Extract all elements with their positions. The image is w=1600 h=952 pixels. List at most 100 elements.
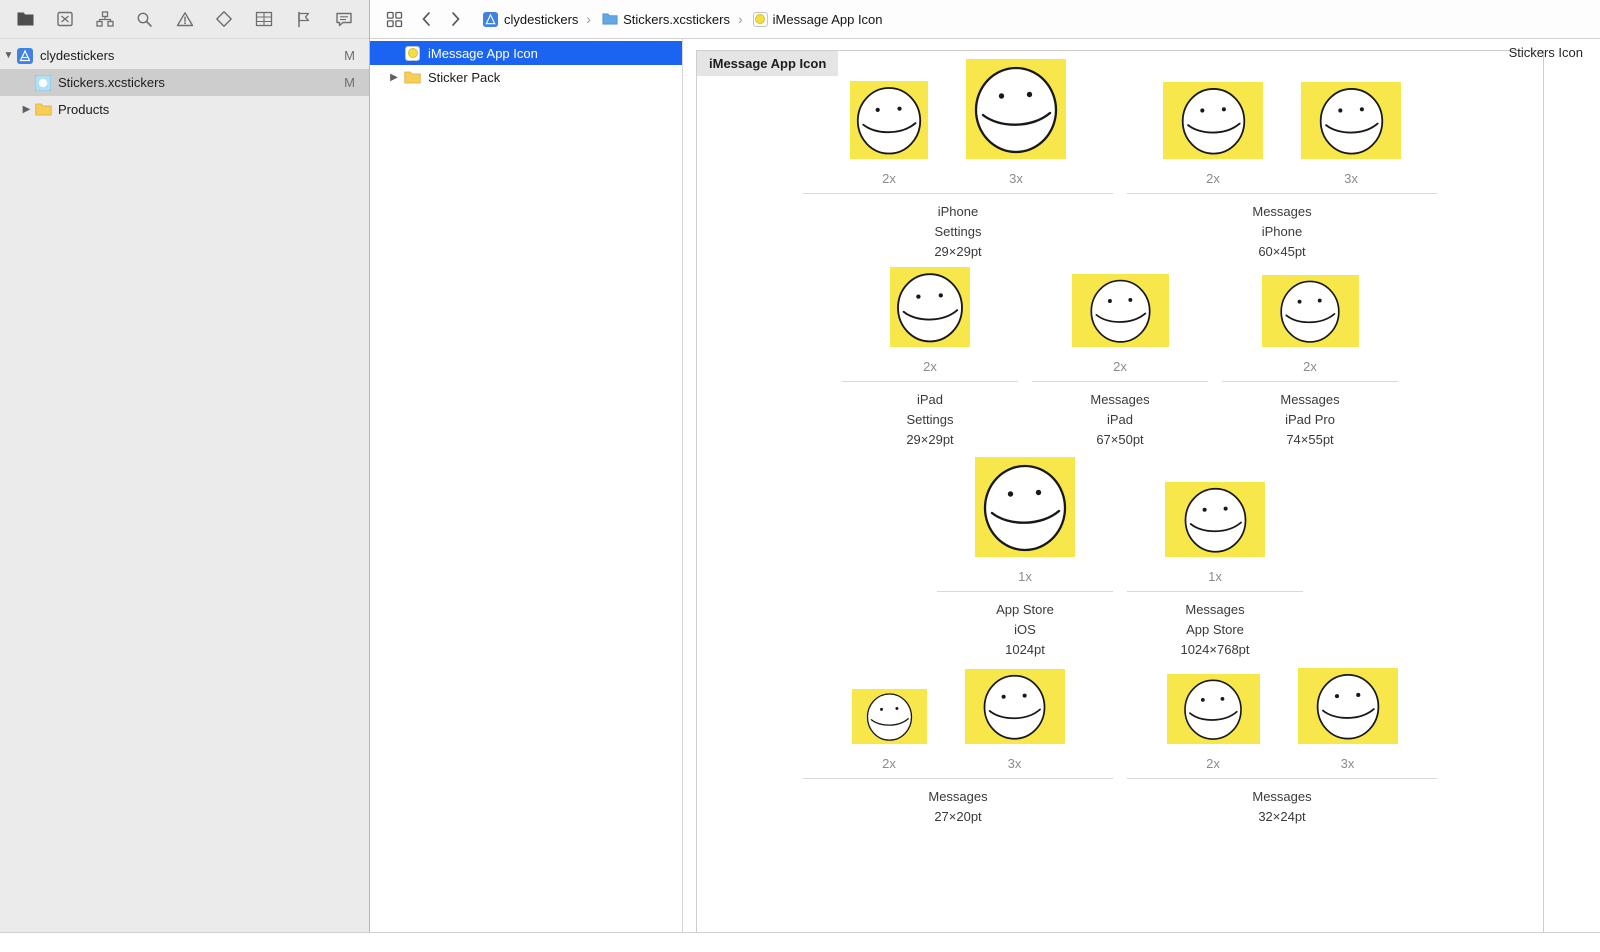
breadcrumb-label: Stickers.xcstickers: [623, 11, 730, 27]
smiley-face-image: [850, 81, 928, 159]
icon-grid-row-1: 2x 3x iPhone Settings 29×29pt 2x 3x Mess…: [697, 59, 1543, 262]
group-title: App Store iOS 1024pt: [996, 602, 1054, 657]
icon-well-2x[interactable]: [890, 267, 970, 347]
source-control-navigator-icon[interactable]: [53, 7, 77, 31]
asset-set-list: iMessage App Icon ▶ Sticker Pack: [370, 39, 683, 932]
tree-item-label: clydestickers: [40, 48, 115, 63]
scale-label: 1x: [1018, 569, 1032, 584]
smiley-face-image: [1178, 674, 1248, 744]
scale-label: 3x: [1344, 171, 1358, 186]
back-button[interactable]: [414, 7, 438, 31]
app-icon-thumbnail: [752, 11, 768, 27]
asset-row-imessage-app-icon[interactable]: iMessage App Icon: [370, 41, 682, 65]
jump-bar: clydestickers › Stickers.xcstickers › iM…: [370, 0, 1600, 39]
group-divider: [1127, 193, 1437, 194]
group-title: Messages iPhone 60×45pt: [1252, 204, 1312, 259]
group-divider: [1032, 381, 1208, 382]
navigator-selector-bar: [0, 0, 369, 39]
debug-navigator-icon[interactable]: [252, 7, 276, 31]
icon-well-2x[interactable]: [1261, 275, 1359, 347]
smiley-face-image: [1178, 482, 1253, 557]
group-divider: [803, 778, 1113, 779]
disclosure-closed-icon[interactable]: ▶: [18, 104, 35, 115]
tree-row-stickers-xcstickers[interactable]: Stickers.xcstickers M: [0, 69, 369, 96]
icon-group-messages-ipad-pro: 2x Messages iPad Pro 74×55pt: [1222, 275, 1398, 450]
icon-well-1x[interactable]: [975, 457, 1075, 557]
icon-well-2x[interactable]: [850, 81, 928, 159]
scale-label: 2x: [1206, 756, 1220, 771]
icon-well-2x[interactable]: [1166, 674, 1260, 744]
breadcrumb-asset-catalog[interactable]: Stickers.xcstickers: [601, 7, 730, 31]
icon-well-3x[interactable]: [964, 669, 1065, 744]
icon-group-ipad-settings: 2x iPad Settings 29×29pt: [842, 267, 1018, 450]
scale-label: 3x: [1340, 756, 1355, 771]
icon-set-title: iMessage App Icon: [697, 51, 839, 76]
icon-group-app-store-ios: 1x App Store iOS 1024pt: [937, 457, 1113, 660]
icon-well-2x[interactable]: [851, 689, 927, 744]
smiley-face-image: [862, 689, 917, 744]
modified-badge: M: [344, 48, 355, 63]
project-navigator-panel: ▼ clydestickers M Stickers.xcstickers M …: [0, 0, 370, 932]
test-navigator-icon[interactable]: [212, 7, 236, 31]
smiley-face-image: [1274, 275, 1346, 347]
scale-label: 2x: [1303, 359, 1317, 374]
disclosure-closed-icon[interactable]: ▶: [384, 72, 404, 83]
forward-button[interactable]: [444, 7, 468, 31]
smiley-face-image: [1084, 274, 1157, 347]
icon-group-messages-27x20: 2x 3x Messages 27×20pt: [803, 669, 1113, 827]
icon-well-3x[interactable]: [966, 59, 1066, 159]
breadcrumb-project[interactable]: clydestickers: [482, 7, 578, 31]
blue-folder-icon: [601, 7, 618, 31]
related-items-icon[interactable]: [382, 7, 406, 31]
group-divider: [1127, 591, 1303, 592]
group-divider: [842, 381, 1018, 382]
icon-group-messages-app-store: 1x Messages App Store 1024×768pt: [1127, 482, 1303, 660]
find-navigator-icon[interactable]: [133, 7, 157, 31]
file-tree: ▼ clydestickers M Stickers.xcstickers M …: [0, 39, 369, 123]
asset-row-sticker-pack[interactable]: ▶ Sticker Pack: [370, 65, 682, 89]
icon-well-1x[interactable]: [1165, 482, 1265, 557]
icon-group-messages-ipad: 2x Messages iPad 67×50pt: [1032, 274, 1208, 450]
breadcrumb-separator: ›: [738, 11, 743, 27]
xcode-window: ▼ clydestickers M Stickers.xcstickers M …: [0, 0, 1600, 933]
symbol-navigator-icon[interactable]: [93, 7, 117, 31]
scale-label: 2x: [1113, 359, 1127, 374]
scale-label: 2x: [882, 171, 896, 186]
issue-navigator-icon[interactable]: [173, 7, 197, 31]
smiley-face-image: [977, 669, 1052, 744]
group-divider: [937, 591, 1113, 592]
project-navigator-icon[interactable]: [13, 7, 37, 31]
modified-badge: M: [344, 75, 355, 90]
app-icon-thumbnail: [404, 45, 421, 62]
icon-grid-row-4: 2x 3x Messages 27×20pt 2x 3x Messages 32…: [697, 668, 1543, 827]
icon-well-2x[interactable]: [1071, 274, 1169, 347]
group-title: Messages iPad 67×50pt: [1090, 392, 1150, 447]
breadcrumb-label: clydestickers: [504, 11, 579, 27]
stickers-icon-label: Stickers Icon: [1508, 45, 1583, 60]
group-title: Messages iPad Pro 74×55pt: [1280, 392, 1340, 447]
breakpoint-navigator-icon[interactable]: [292, 7, 316, 31]
asset-row-label: iMessage App Icon: [428, 45, 538, 61]
icon-grid-row-3: 1x App Store iOS 1024pt 1x Messages App …: [697, 457, 1543, 660]
breadcrumb-label: iMessage App Icon: [772, 11, 883, 27]
tree-row-clydestickers[interactable]: ▼ clydestickers M: [0, 42, 369, 69]
scale-label: 1x: [1208, 569, 1222, 584]
group-title: iPhone Settings 29×29pt: [934, 204, 982, 259]
smiley-face-image: [1175, 82, 1252, 159]
scale-label: 2x: [882, 756, 896, 771]
disclosure-open-icon[interactable]: ▼: [0, 50, 17, 61]
icon-grid-row-2: 2x iPad Settings 29×29pt 2x Messages iPa…: [697, 267, 1543, 450]
icon-set-container: iMessage App Icon 2x 3x iPhone Settings …: [696, 50, 1544, 932]
smiley-face-image: [975, 457, 1075, 557]
scale-label: 3x: [1009, 171, 1023, 186]
icon-well-3x[interactable]: [1297, 668, 1398, 744]
report-navigator-icon[interactable]: [332, 7, 356, 31]
icon-well-2x[interactable]: [1163, 82, 1263, 159]
group-title: iPad Settings 29×29pt: [906, 392, 954, 447]
tree-row-products[interactable]: ▶ Products: [0, 96, 369, 123]
breadcrumb-separator: ›: [586, 11, 592, 27]
breadcrumb-imessage-app-icon[interactable]: iMessage App Icon: [752, 11, 883, 27]
sticker-pack-file-icon: [35, 74, 52, 91]
icon-group-messages-iphone: 2x 3x Messages iPhone 60×45pt: [1127, 82, 1437, 262]
icon-well-3x[interactable]: [1301, 82, 1401, 159]
